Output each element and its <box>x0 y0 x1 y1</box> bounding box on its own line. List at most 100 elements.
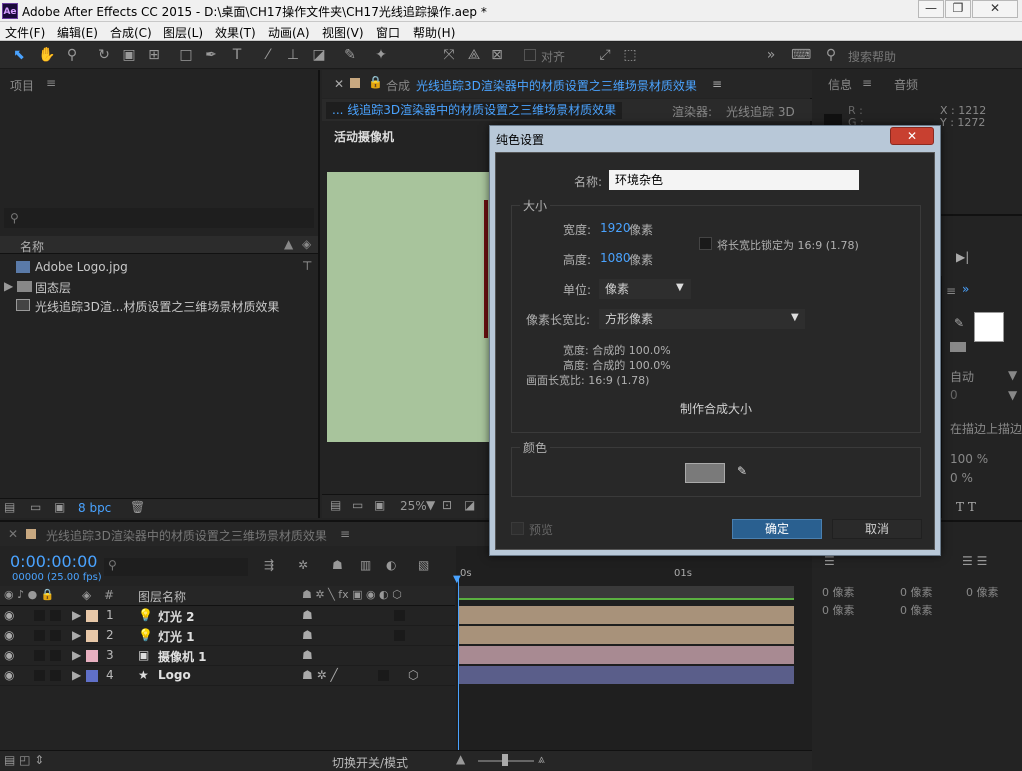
transparency-icon[interactable]: ◪ <box>464 498 475 512</box>
table-row[interactable]: ◉ ▶ 2 💡 灯光 1 ☗ <box>0 626 455 646</box>
workspace-icon[interactable]: ⌨ <box>791 46 811 64</box>
shy-switch-icon[interactable]: ☗ ✲ ╱ <box>302 668 338 682</box>
3d-layer-switch[interactable] <box>394 630 405 641</box>
last-frame-icon[interactable]: ▶| <box>956 250 969 264</box>
clone-tool-icon[interactable]: ⊥ <box>284 46 302 64</box>
tag-icon[interactable]: ◈ <box>302 237 311 251</box>
lock-switch[interactable] <box>50 630 61 641</box>
axis-world-icon[interactable]: ⟁ <box>465 46 483 64</box>
new-comp-icon[interactable]: ▣ <box>54 500 65 514</box>
preview-checkbox[interactable] <box>511 522 524 535</box>
audio-tab[interactable]: 音频 <box>894 76 918 93</box>
timeline-graph-area[interactable]: 0s 01s ▼ <box>453 546 812 770</box>
comp-flowchart-icon[interactable]: ⇶ <box>264 558 274 572</box>
bpc-label[interactable]: 8 bpc <box>78 501 111 515</box>
eye-icon[interactable]: ◉ <box>4 668 14 682</box>
minimize-button[interactable]: — <box>918 0 944 18</box>
axis-view-icon[interactable]: ⊠ <box>488 46 506 64</box>
text-tool-icon[interactable]: T <box>228 46 246 64</box>
layer-color-label[interactable] <box>86 630 98 642</box>
info-tab[interactable]: 信息 <box>828 76 852 93</box>
rotate-tool-icon[interactable]: ↻ <box>95 46 113 64</box>
expand-arrow-icon[interactable]: ▶ <box>72 628 81 642</box>
shy-switch-icon[interactable]: ☗ <box>302 648 313 662</box>
expand-arrow-icon[interactable]: ▶ <box>72 608 81 622</box>
puppet-pin-icon[interactable]: ✦ <box>372 46 390 64</box>
chevron-down-icon[interactable]: ▼ <box>1008 368 1017 382</box>
menu-effect[interactable]: 效果(T) <box>215 24 256 41</box>
width-value[interactable]: 1920 <box>600 221 631 235</box>
graph-editor-icon[interactable]: ▧ <box>418 558 429 572</box>
comp-viewer[interactable] <box>327 172 492 442</box>
chevron-down-icon[interactable]: ▼ <box>791 312 799 323</box>
region-icon[interactable]: ⊡ <box>442 498 452 512</box>
roto-brush-icon[interactable]: ✎ <box>341 46 359 64</box>
swap-colors-icon[interactable] <box>950 342 966 352</box>
height-value[interactable]: 1080 <box>600 251 631 265</box>
fit-icon[interactable]: ▣ <box>374 498 385 512</box>
renderer-value[interactable]: 光线追踪 3D <box>726 103 795 120</box>
cancel-button[interactable]: 取消 <box>832 519 922 539</box>
search-help-input[interactable]: 搜索帮助 <box>848 48 896 65</box>
eyedropper-icon[interactable]: ✎ <box>737 464 747 478</box>
close-tab-icon[interactable]: ✕ <box>334 77 344 91</box>
layer-color-label[interactable] <box>86 610 98 622</box>
playhead[interactable] <box>458 578 459 770</box>
playhead-handle-icon[interactable]: ▼ <box>453 574 461 585</box>
comp-tab-name[interactable]: 光线追踪3D渲染器中的材质设置之三维场景材质效果 <box>416 77 697 94</box>
timecode[interactable]: 0:00:00:00 <box>10 552 97 571</box>
indent-first[interactable]: 0 像素 <box>900 584 933 600</box>
eye-icon[interactable]: ◉ <box>4 628 14 642</box>
layer-name[interactable]: 灯光 1 <box>158 628 195 645</box>
layer-duration-bar[interactable] <box>458 606 794 624</box>
solid-name-input[interactable]: 环境杂色 <box>609 170 859 190</box>
solo-switch[interactable] <box>34 670 45 681</box>
expand-arrow-icon[interactable]: ▶ <box>72 648 81 662</box>
shy-switch-icon[interactable]: ☗ <box>302 628 313 642</box>
zoom-in-icon[interactable]: ⩓ <box>538 752 545 767</box>
panel-menu-icon[interactable]: ≡ <box>46 76 56 90</box>
list-item[interactable]: Adobe Logo.jpg ⊤ <box>16 259 316 277</box>
menu-edit[interactable]: 编辑(E) <box>57 24 98 41</box>
tsume-value[interactable]: 0 % <box>950 471 973 485</box>
draft-3d-icon[interactable]: ✲ <box>298 558 308 572</box>
leading-value[interactable]: 自动 <box>950 368 974 385</box>
solo-switch[interactable] <box>34 610 45 621</box>
selection-tool-icon[interactable]: ⬉ <box>10 46 28 64</box>
shy-icon[interactable]: ☗ <box>332 558 343 572</box>
maximize-button[interactable]: ❐ <box>945 0 971 18</box>
motion-blur-switch[interactable] <box>378 670 389 681</box>
brush-tool-icon[interactable]: ⁄ <box>259 46 277 64</box>
panel-menu-icon[interactable]: ≡ <box>712 77 722 91</box>
layer-color-label[interactable] <box>86 670 98 682</box>
chevron-down-icon[interactable]: ▼ <box>676 282 684 293</box>
expand-arrow-icon[interactable]: ▶ <box>72 668 81 682</box>
indent-right[interactable]: 0 像素 <box>966 584 999 600</box>
menu-window[interactable]: 窗口 <box>376 24 400 41</box>
close-icon[interactable]: ✕ <box>890 127 934 145</box>
layer-name[interactable]: 灯光 2 <box>158 608 195 625</box>
pen-tool-icon[interactable]: ✒ <box>202 46 220 64</box>
lock-switch[interactable] <box>50 670 61 681</box>
panel-menu-icon[interactable]: ≡ <box>862 76 872 90</box>
hand-tool-icon[interactable]: ✋ <box>38 46 56 64</box>
solo-switch[interactable] <box>34 630 45 641</box>
frame-blend-icon[interactable]: ▥ <box>360 558 371 572</box>
timeline-search-input[interactable]: ⚲ <box>104 558 248 576</box>
interpret-footage-icon[interactable]: ▤ <box>4 500 15 514</box>
eyedropper-icon[interactable]: ✎ <box>954 316 964 330</box>
lock-switch[interactable] <box>50 650 61 661</box>
flowchart-icon[interactable]: ⊤ <box>302 259 312 273</box>
expand-arrow-icon[interactable]: ▶ <box>4 279 13 293</box>
footer-toggle-icon[interactable]: ▤ ◰ ⇕ <box>4 753 44 767</box>
lock-switch[interactable] <box>50 610 61 621</box>
panel-menu-icon[interactable]: ≡ <box>946 284 956 298</box>
fill-color-swatch[interactable] <box>974 312 1004 342</box>
solo-switch[interactable] <box>34 650 45 661</box>
axis-local-icon[interactable]: ⤧ <box>440 46 458 64</box>
camera-tool-icon[interactable]: ▣ <box>120 46 138 64</box>
menu-file[interactable]: 文件(F) <box>5 24 45 41</box>
stroke-mode-select[interactable]: 在描边上描边 <box>944 420 1022 437</box>
text-style-icon[interactable]: T T <box>956 500 976 514</box>
lock-aspect-checkbox[interactable] <box>699 237 712 250</box>
